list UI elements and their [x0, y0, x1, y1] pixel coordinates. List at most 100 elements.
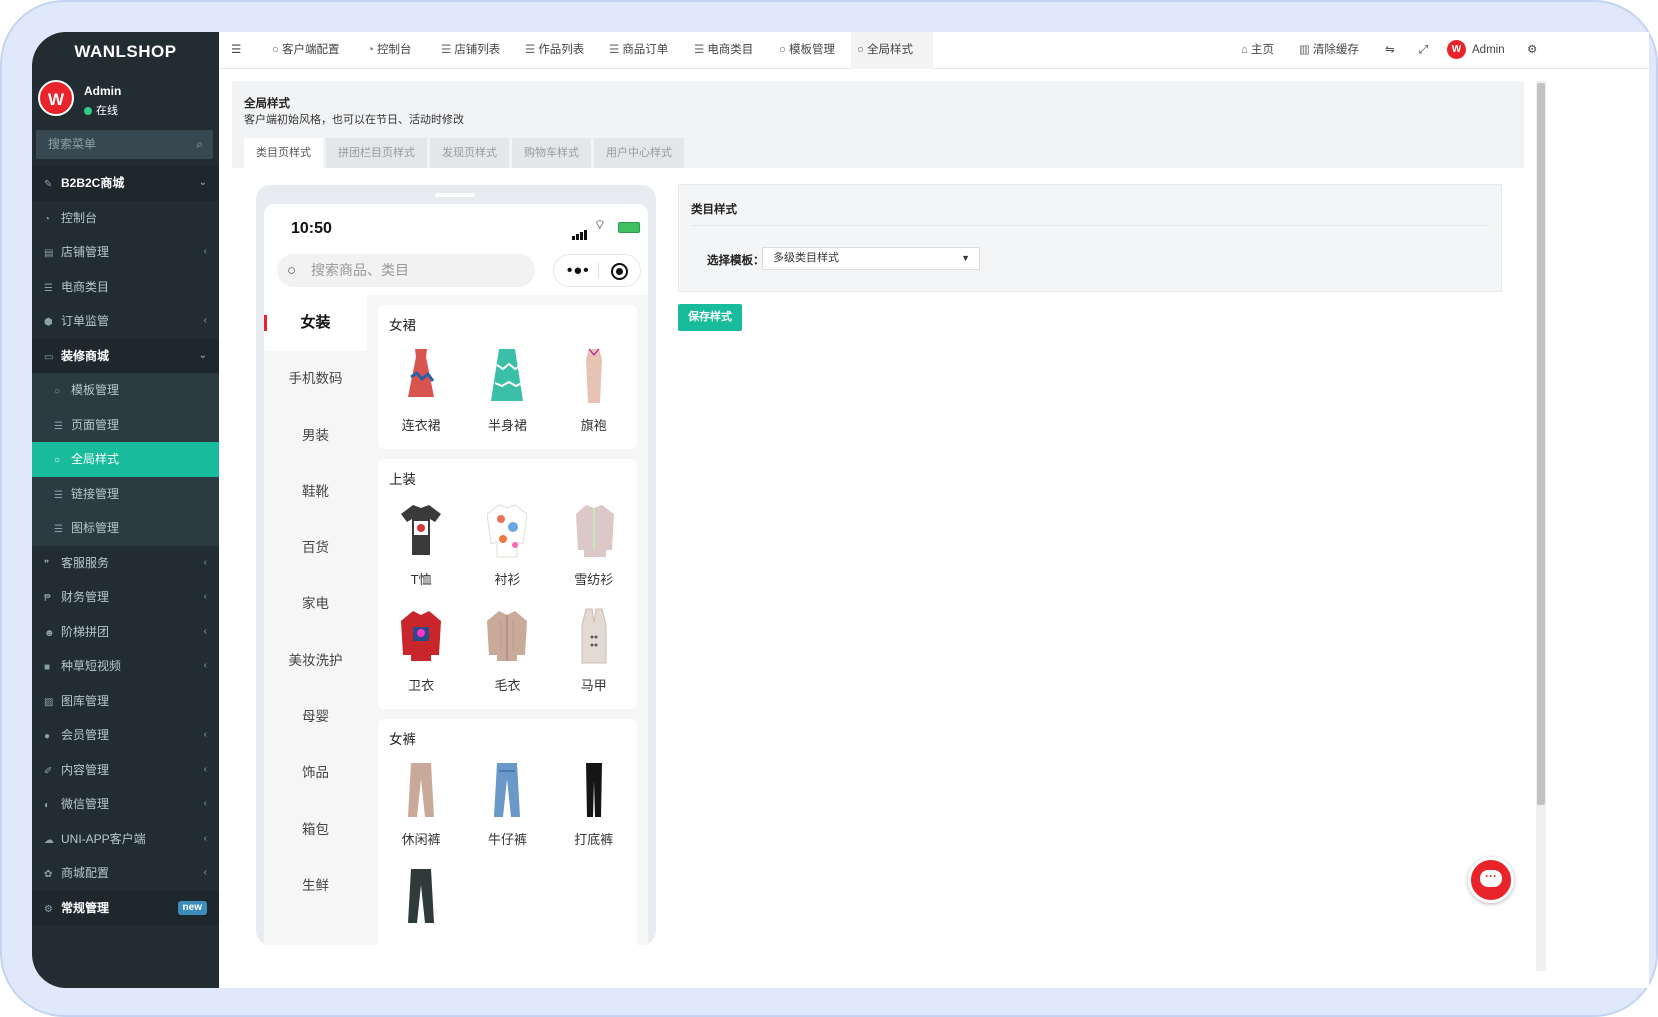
- top-home-link[interactable]: ⌂ 主页: [1241, 32, 1274, 69]
- category-item-7[interactable]: 母婴: [264, 689, 367, 745]
- sidebar-item-8[interactable]: ○ 全局样式: [32, 442, 219, 477]
- app-logo[interactable]: WANLSHOP: [32, 32, 219, 72]
- sidebar-item-18[interactable]: ◐ 微信管理 ‹: [32, 787, 219, 822]
- scrollbar-thumb[interactable]: [1537, 83, 1545, 805]
- fullscreen-icon[interactable]: ⤢: [1419, 32, 1428, 69]
- category-item-8[interactable]: 饰品: [264, 745, 367, 801]
- product-category-item[interactable]: 牛仔裤: [464, 753, 550, 859]
- sidebar-item-11[interactable]: ❞ 客服服务 ‹: [32, 546, 219, 581]
- menu-search-input[interactable]: 搜索菜单 ⌕: [36, 130, 213, 159]
- top-tab-5[interactable]: ☰ 电商类目: [688, 32, 766, 69]
- menu-search-placeholder: 搜索菜单: [48, 137, 97, 151]
- clear-cache-button[interactable]: ▥ 清除缓存: [1299, 32, 1359, 69]
- top-tab-2[interactable]: ☰ 店铺列表: [435, 32, 513, 69]
- category-item-3[interactable]: 鞋靴: [264, 464, 367, 520]
- product-category-item[interactable]: [378, 859, 464, 945]
- top-tab-3[interactable]: ☰ 作品列表: [519, 32, 597, 69]
- sidebar-item-20[interactable]: ✿ 商城配置 ‹: [32, 856, 219, 891]
- style-tab-3[interactable]: 购物车样式: [512, 138, 591, 168]
- sidebar-item-19[interactable]: ☁ UNI-APP客户端 ‹: [32, 822, 219, 857]
- phone-search-row: ○ 搜索商品、类目 •●•: [264, 251, 648, 295]
- subcategory-card-2: 女裤 休闲裤 牛仔裤 打底裤: [378, 719, 637, 945]
- style-tab-2[interactable]: 发现页样式: [430, 138, 509, 168]
- sidebar-item-label: 页面管理: [71, 417, 120, 432]
- category-item-0[interactable]: 女装: [264, 295, 367, 352]
- shirt-icon: [486, 501, 529, 564]
- product-category-item[interactable]: 毛衣: [464, 599, 550, 705]
- product-category-item[interactable]: 雪纺衫: [551, 493, 637, 599]
- hamburger-icon[interactable]: ☰: [231, 32, 241, 69]
- sidebar-item-label: 客服服务: [61, 555, 110, 570]
- close-target-icon[interactable]: [611, 263, 628, 280]
- product-category-item[interactable]: 旗袍: [551, 339, 637, 445]
- category-item-10[interactable]: 生鲜: [264, 858, 367, 914]
- chevron-left-icon: ‹: [203, 556, 207, 568]
- product-category-item[interactable]: 半身裙: [464, 339, 550, 445]
- top-tab-0[interactable]: ○ 客户端配置: [266, 32, 354, 69]
- style-tab-4[interactable]: 用户中心样式: [594, 138, 684, 168]
- product-category-label: 衬衫: [494, 572, 521, 587]
- sidebar-item-6[interactable]: ○ 模板管理: [32, 373, 219, 408]
- sidebar-item-13[interactable]: ☻ 阶梯拼团 ‹: [32, 615, 219, 650]
- category-item-4[interactable]: 百货: [264, 520, 367, 576]
- sidebar-item-12[interactable]: ₱ 财务管理 ‹: [32, 580, 219, 615]
- sidebar-item-4[interactable]: ⬢ 订单监管 ‹: [32, 304, 219, 339]
- chevron-left-icon: ‹: [203, 729, 207, 740]
- sidebar-item-3[interactable]: ☰ 电商类目: [32, 270, 219, 305]
- category-item-5[interactable]: 家电: [264, 576, 367, 632]
- product-category-item[interactable]: 马甲: [551, 599, 637, 705]
- sidebar-item-14[interactable]: ■ 种草短视频 ‹: [32, 649, 219, 684]
- sidebar-item-7[interactable]: ☰ 页面管理: [32, 407, 219, 442]
- sidebar-item-15[interactable]: ▨ 图库管理: [32, 684, 219, 719]
- top-tab-7[interactable]: ○ 全局样式: [851, 32, 933, 69]
- subcategory-title: 女裙: [389, 318, 416, 333]
- search-icon[interactable]: ⌕: [196, 130, 203, 159]
- sidebar-item-label: 常规管理: [61, 900, 110, 915]
- style-tab-0[interactable]: 类目页样式: [244, 138, 323, 168]
- sidebar-item-10[interactable]: ☰ 图标管理: [32, 511, 219, 546]
- top-tab-6[interactable]: ○ 模板管理: [773, 32, 845, 69]
- category-item-2[interactable]: 男装: [264, 408, 367, 464]
- avatar[interactable]: W: [38, 80, 74, 116]
- template-select[interactable]: 多级类目样式 ▼: [762, 247, 980, 270]
- sidebar-item-17[interactable]: ✐ 内容管理 ‹: [32, 753, 219, 788]
- sidebar-item-2[interactable]: ▤ 店铺管理 ‹: [32, 235, 219, 270]
- product-category-label: 马甲: [580, 678, 607, 693]
- category-item-1[interactable]: 手机数码: [264, 351, 367, 407]
- more-dots-icon[interactable]: •●•: [567, 255, 590, 286]
- top-tab-4[interactable]: ☰ 商品订单: [603, 32, 681, 69]
- translate-icon[interactable]: ⇋: [1385, 32, 1395, 69]
- page-scrollbar[interactable]: [1536, 81, 1546, 971]
- list-icon: ☰: [441, 44, 452, 56]
- category-item-9[interactable]: 箱包: [264, 802, 367, 858]
- phone-screen: 10:50 ⌔ ○ 搜索商品、类目 •●• 女装 手机数码 男装 鞋靴 百货 家…: [264, 204, 648, 945]
- sidebar-item-9[interactable]: ☰ 链接管理: [32, 476, 219, 511]
- sidebar-item-label: 内容管理: [61, 762, 110, 777]
- sidebar-item-5[interactable]: ▭ 装修商城 ⌄: [32, 338, 219, 373]
- sidebar-item-1[interactable]: ◔ 控制台: [32, 201, 219, 236]
- phone-search-input[interactable]: ○ 搜索商品、类目: [277, 254, 535, 287]
- pants-icon: [401, 867, 441, 930]
- sidebar-item-0[interactable]: ✎ B2B2C商城 ⌄: [32, 166, 219, 201]
- product-category-item[interactable]: 卫衣: [378, 599, 464, 705]
- save-style-button[interactable]: 保存样式: [678, 304, 742, 331]
- style-tab-1[interactable]: 拼团栏目页样式: [326, 138, 427, 168]
- product-category-item[interactable]: 休闲裤: [378, 753, 464, 859]
- outer-frame: WANLSHOP W Admin 在线 搜索菜单 ⌕ ✎ B2B2C商城 ⌄ ◔ 控制台 ▤…: [0, 0, 1658, 1017]
- product-category-item[interactable]: 打底裤: [551, 753, 637, 859]
- top-tab-1[interactable]: ◔ 控制台: [361, 32, 429, 69]
- gears-icon: ⚙: [44, 903, 53, 915]
- category-item-6[interactable]: 美妆洗护: [264, 633, 367, 689]
- miniprogram-capsule[interactable]: •●•: [553, 254, 641, 287]
- sidebar-item-16[interactable]: ● 会员管理 ‹: [32, 718, 219, 753]
- product-category-item[interactable]: T恤: [378, 493, 464, 599]
- settings-gears-icon[interactable]: ⚙: [1527, 32, 1537, 69]
- sidebar-item-21[interactable]: ⚙ 常规管理 new: [32, 890, 219, 925]
- qipao-icon: [574, 347, 614, 410]
- admin-menu[interactable]: W Admin: [1447, 32, 1505, 69]
- product-category-item[interactable]: 连衣裙: [378, 339, 464, 445]
- admin-avatar: W: [1447, 40, 1466, 60]
- phone-notch: [435, 193, 475, 197]
- chat-float-button[interactable]: ···: [1468, 857, 1514, 903]
- product-category-item[interactable]: 衬衫: [464, 493, 550, 599]
